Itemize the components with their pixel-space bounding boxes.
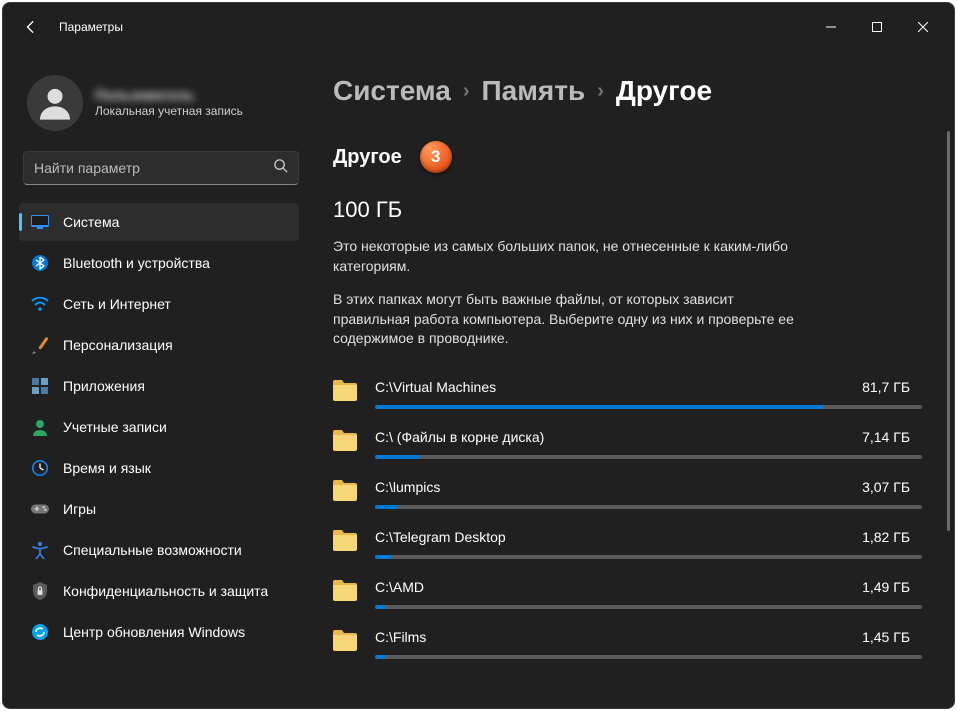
folder-size: 1,49 ГБ [862, 579, 922, 595]
maximize-icon [872, 22, 882, 32]
system-icon [31, 213, 49, 231]
folder-path: C:\AMD [375, 579, 424, 595]
sidebar-item-label: Время и язык [63, 460, 151, 476]
folder-row[interactable]: C:\ (Файлы в корне диска) 7,14 ГБ [333, 421, 922, 471]
scrollbar[interactable] [947, 131, 950, 531]
folder-icon [333, 530, 357, 552]
description-2: В этих папках могут быть важные файлы, о… [333, 290, 813, 349]
profile-block[interactable]: Пользователь Локальная учетная запись [19, 63, 303, 145]
sidebar-item-network[interactable]: Сеть и Интернет [19, 285, 299, 323]
search-input[interactable] [34, 160, 273, 176]
sidebar-item-label: Система [63, 214, 119, 230]
sidebar-item-label: Bluetooth и устройства [63, 255, 210, 271]
sidebar-item-label: Конфиденциальность и защита [63, 583, 268, 599]
folder-path: C:\Telegram Desktop [375, 529, 506, 545]
folder-size: 1,82 ГБ [862, 529, 922, 545]
folder-row[interactable]: C:\Virtual Machines 81,7 ГБ [333, 371, 922, 421]
sidebar-item-label: Приложения [63, 378, 145, 394]
usage-bar [375, 405, 922, 409]
total-size: 100 ГБ [333, 197, 922, 223]
minimize-icon [826, 22, 836, 32]
search-icon [273, 158, 288, 178]
folder-icon [333, 630, 357, 652]
sidebar-item-accounts[interactable]: Учетные записи [19, 408, 299, 446]
folder-path: C:\Virtual Machines [375, 379, 496, 395]
gaming-icon [31, 500, 49, 518]
sidebar-item-time[interactable]: Время и язык [19, 449, 299, 487]
sidebar-item-privacy[interactable]: Конфиденциальность и защита [19, 572, 299, 610]
update-icon [31, 623, 49, 641]
close-icon [918, 22, 928, 32]
sidebar-item-label: Игры [63, 501, 96, 517]
sidebar-item-gaming[interactable]: Игры [19, 490, 299, 528]
person-icon [35, 83, 75, 123]
accessibility-icon [31, 541, 49, 559]
folder-row[interactable]: C:\lumpics 3,07 ГБ [333, 471, 922, 521]
breadcrumb-other: Другое [616, 75, 712, 107]
section-title: Другое [333, 146, 402, 169]
search-box[interactable] [23, 151, 299, 185]
sidebar-item-label: Учетные записи [63, 419, 167, 435]
chevron-right-icon: › [463, 80, 470, 103]
arrow-left-icon [24, 20, 38, 34]
sidebar-item-apps[interactable]: Приложения [19, 367, 299, 405]
sidebar-item-label: Центр обновления Windows [63, 624, 245, 640]
annotation-badge: 3 [420, 141, 452, 173]
apps-icon [31, 377, 49, 395]
back-button[interactable] [11, 7, 51, 47]
sidebar-item-update[interactable]: Центр обновления Windows [19, 613, 299, 651]
sidebar-item-accessibility[interactable]: Специальные возможности [19, 531, 299, 569]
folder-path: C:\ (Файлы в корне диска) [375, 429, 544, 445]
sidebar-item-bluetooth[interactable]: Bluetooth и устройства [19, 244, 299, 282]
profile-subtitle: Локальная учетная запись [95, 104, 243, 120]
bluetooth-icon [31, 254, 49, 272]
personalization-icon [31, 336, 49, 354]
folder-row[interactable]: C:\Telegram Desktop 1,82 ГБ [333, 521, 922, 571]
folder-row[interactable]: C:\AMD 1,49 ГБ [333, 571, 922, 621]
folder-icon [333, 430, 357, 452]
accounts-icon [31, 418, 49, 436]
usage-bar [375, 505, 922, 509]
folder-path: C:\lumpics [375, 479, 440, 495]
privacy-icon [31, 582, 49, 600]
folder-size: 1,45 ГБ [862, 629, 922, 645]
folder-row[interactable]: C:\Films 1,45 ГБ [333, 621, 922, 671]
usage-bar [375, 655, 922, 659]
usage-bar [375, 455, 922, 459]
close-button[interactable] [900, 12, 946, 42]
time-icon [31, 459, 49, 477]
folder-icon [333, 480, 357, 502]
sidebar-item-label: Персонализация [63, 337, 173, 353]
chevron-right-icon: › [597, 80, 604, 103]
usage-bar [375, 555, 922, 559]
usage-bar [375, 605, 922, 609]
sidebar-item-personalization[interactable]: Персонализация [19, 326, 299, 364]
window-title: Параметры [59, 20, 123, 34]
folder-size: 3,07 ГБ [862, 479, 922, 495]
breadcrumb-system[interactable]: Система [333, 75, 451, 107]
folder-icon [333, 380, 357, 402]
sidebar-item-label: Специальные возможности [63, 542, 242, 558]
profile-name: Пользователь [95, 86, 243, 104]
avatar [27, 75, 83, 131]
minimize-button[interactable] [808, 12, 854, 42]
sidebar-item-label: Сеть и Интернет [63, 296, 171, 312]
folder-size: 7,14 ГБ [862, 429, 922, 445]
folder-path: C:\Films [375, 629, 426, 645]
network-icon [31, 295, 49, 313]
sidebar-item-system[interactable]: Система [19, 203, 299, 241]
folder-icon [333, 580, 357, 602]
description-1: Это некоторые из самых больших папок, не… [333, 237, 813, 276]
breadcrumb-storage[interactable]: Память [482, 75, 586, 107]
folder-size: 81,7 ГБ [862, 379, 922, 395]
maximize-button[interactable] [854, 12, 900, 42]
breadcrumb: Система › Память › Другое [333, 75, 922, 107]
